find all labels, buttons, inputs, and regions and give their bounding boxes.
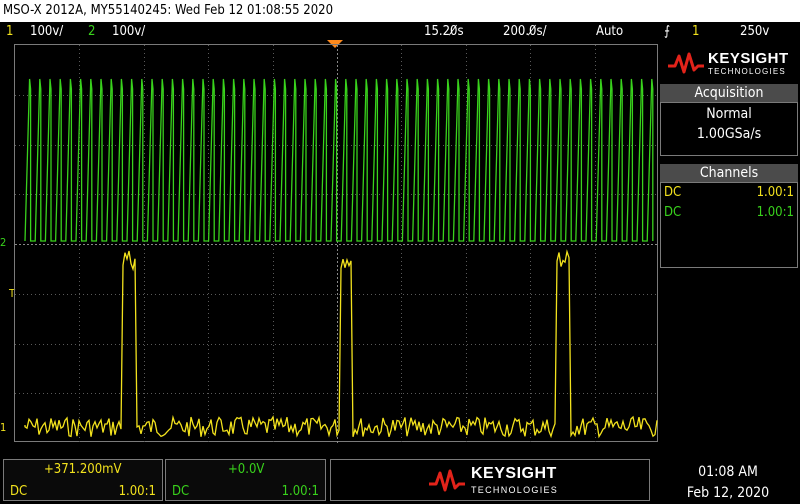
- trigger-source[interactable]: 1: [692, 22, 699, 41]
- trigger-level[interactable]: 250ᴠ: [740, 22, 769, 41]
- side-panel: KEYSIGHT TECHNOLOGIES Acquisition Normal…: [660, 44, 800, 269]
- bottom-bar: +371.200mV DC 1.00:1 +0.0V DC 1.00:1 KEY…: [0, 456, 800, 503]
- ch2-offset: +0.0V: [228, 462, 265, 477]
- clock: 01:08 AM Feb 12, 2020: [658, 462, 798, 504]
- ch2-ground-marker[interactable]: 2: [0, 236, 6, 249]
- channels-header[interactable]: Channels: [660, 164, 798, 182]
- acquisition-mode: Normal: [706, 106, 752, 122]
- keysight-wave-icon: [429, 469, 465, 492]
- channels-panel[interactable]: DC 1.00:1 DC 1.00:1: [660, 182, 798, 268]
- channel-1-coupling: DC: [664, 185, 682, 200]
- ch2-info-box[interactable]: +0.0V DC 1.00:1: [165, 459, 326, 501]
- acquisition-header[interactable]: Acquisition: [660, 84, 798, 102]
- clock-date: Feb 12, 2020: [686, 485, 770, 501]
- waveform-canvas: [15, 45, 659, 443]
- channel-2-ratio: 1.00:1: [756, 205, 794, 220]
- ch2-trace: [24, 78, 654, 242]
- ch2-coupling: DC: [172, 484, 190, 499]
- trigger-mode[interactable]: Auto: [596, 22, 623, 41]
- delay-readout[interactable]: 15.20̸s: [424, 22, 464, 41]
- keysight-wave-icon: [668, 52, 704, 74]
- bottom-brand-logo: KEYSIGHT TECHNOLOGIES: [330, 459, 650, 501]
- brand-name: KEYSIGHT: [708, 50, 789, 67]
- ch1-trace: [24, 249, 658, 439]
- trigger-edge-icon: ⨍: [664, 24, 671, 39]
- ch1-offset: +371.200mV: [44, 462, 122, 477]
- ch1-number[interactable]: 1: [6, 22, 13, 41]
- channel-row-1[interactable]: DC 1.00:1: [664, 185, 794, 200]
- waveform-display[interactable]: [14, 44, 659, 443]
- timebase-readout[interactable]: 200.0̸s/: [503, 22, 547, 41]
- bottom-brand-name: KEYSIGHT: [471, 465, 557, 482]
- channel-2-coupling: DC: [664, 205, 682, 220]
- ch1-ratio: 1.00:1: [118, 484, 156, 499]
- clock-time: 01:08 AM: [698, 464, 758, 480]
- title-bar: MSO-X 2012A, MY55140245: Wed Feb 12 01:0…: [0, 0, 800, 22]
- ch1-scale[interactable]: 100ᴠ/: [30, 22, 63, 41]
- bottom-brand-sub: TECHNOLOGIES: [471, 485, 559, 495]
- ch2-scale[interactable]: 100ᴠ/: [112, 22, 145, 41]
- ch1-ground-marker[interactable]: 1: [0, 421, 6, 434]
- channel-row-2[interactable]: DC 1.00:1: [664, 205, 794, 220]
- ch2-ratio: 1.00:1: [281, 484, 319, 499]
- ch1-info-box[interactable]: +371.200mV DC 1.00:1: [3, 459, 163, 501]
- brand-sub: TECHNOLOGIES: [708, 67, 786, 76]
- status-bar: 1 100ᴠ/ 2 100ᴠ/ 15.20̸s 200.0̸s/ Auto ⨍ …: [0, 22, 800, 41]
- ch1-coupling: DC: [10, 484, 28, 499]
- acquisition-panel[interactable]: Normal 1.00GSa/s: [660, 102, 798, 156]
- sample-rate: 1.00GSa/s: [696, 126, 762, 142]
- brand-logo: KEYSIGHT TECHNOLOGIES: [660, 44, 800, 82]
- channel-1-ratio: 1.00:1: [756, 185, 794, 200]
- ch2-number[interactable]: 2: [88, 22, 95, 41]
